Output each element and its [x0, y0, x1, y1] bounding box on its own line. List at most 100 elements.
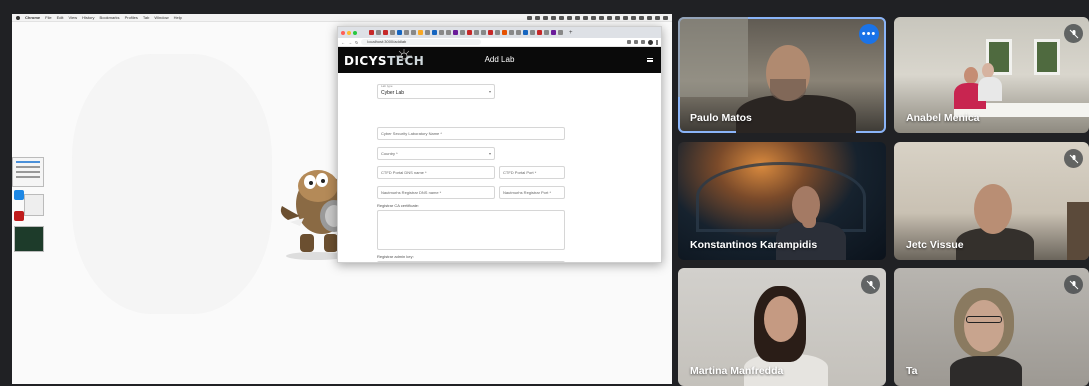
participant-tile[interactable]: Konstantinos Karampidis [678, 142, 886, 260]
lab-name-placeholder: Cyber Security Laboratory Name * [381, 131, 442, 136]
browser-tab[interactable] [530, 30, 535, 35]
menubar-item: Chrome [25, 15, 41, 20]
participant-hand [802, 212, 816, 228]
participant-tile[interactable]: Anabel Menica [894, 17, 1089, 133]
registrar-ca-textarea[interactable] [377, 210, 565, 250]
browser-tab[interactable] [411, 30, 416, 35]
browser-tab[interactable] [390, 30, 395, 35]
participant-tile[interactable]: Martina Manfredda [678, 268, 886, 386]
ctfd-dns-placeholder: CTFD Portal DNS name * [381, 170, 427, 175]
browser-tab[interactable] [432, 30, 437, 35]
desktop-window-thumbnail[interactable] [12, 157, 44, 187]
apple-icon [16, 15, 20, 20]
participant-tile[interactable]: ••• Paulo Matos [678, 17, 886, 133]
registrar-admin-textarea[interactable] [377, 261, 565, 262]
minimize-window-icon[interactable] [347, 30, 351, 35]
browser-tab[interactable] [397, 30, 402, 35]
browser-tab[interactable] [425, 30, 430, 35]
participant-glasses [966, 316, 1002, 323]
menubar-item: Edit [56, 15, 64, 20]
registrar-port-input[interactable]: Nautmurhs Registrar Port * [499, 186, 565, 199]
add-lab-form: Lab type Cyber Lab ▾ Cyber Security Labo… [338, 75, 661, 262]
background-window [1034, 39, 1060, 75]
participant-name: Anabel Menica [906, 112, 980, 124]
browser-tab[interactable] [495, 30, 500, 35]
participant-name: Ta [906, 365, 918, 377]
menubar-item: Tab [142, 15, 150, 20]
country-select[interactable]: Country * ▾ [377, 147, 495, 160]
menubar-item: Window [154, 15, 169, 20]
extensions-icon[interactable] [641, 39, 645, 44]
browser-tab[interactable] [460, 30, 465, 35]
forward-icon[interactable]: → [348, 40, 352, 45]
participant-tile[interactable]: Jetc Vissue [894, 142, 1089, 260]
terminal-thumbnail[interactable] [14, 226, 44, 252]
registrar-admin-label: Registrar admin key: [377, 254, 414, 259]
address-bar[interactable]: localhost:3000/addlab [361, 39, 482, 45]
browser-tab[interactable] [404, 30, 409, 35]
participant-body [736, 95, 856, 133]
menubar-item: History [82, 15, 95, 20]
browser-tab[interactable] [439, 30, 444, 35]
ctfd-port-input[interactable]: CTFD Portal Port * [499, 166, 565, 179]
back-icon[interactable]: ← [341, 40, 345, 45]
chevron-down-icon: ▾ [488, 89, 491, 94]
desktop-window-thumbnail[interactable] [24, 194, 44, 216]
menubar-item: View [68, 15, 78, 20]
share-icon[interactable] [627, 39, 631, 44]
participant-face [982, 63, 994, 78]
lab-type-select[interactable]: Lab type Cyber Lab ▾ [377, 84, 495, 99]
reload-icon[interactable]: ↻ [355, 40, 358, 45]
menubar-item: Profiles [124, 15, 138, 20]
browser-tab[interactable] [467, 30, 472, 35]
registrar-dns-input[interactable]: Nautmurhs Registrar DNS name * [377, 186, 495, 199]
filezilla-icon[interactable] [14, 211, 24, 221]
browser-tab[interactable] [418, 30, 423, 35]
browser-tab[interactable] [376, 30, 381, 35]
shared-screen: Chrome File Edit View History Bookmarks … [12, 14, 672, 384]
browser-tab[interactable] [558, 30, 563, 35]
browser-tab[interactable] [446, 30, 451, 35]
participant-face [974, 184, 1012, 234]
browser-tab[interactable] [383, 30, 388, 35]
lab-name-input[interactable]: Cyber Security Laboratory Name * [377, 127, 565, 140]
browser-tab[interactable] [537, 30, 542, 35]
browser-tab[interactable] [488, 30, 493, 35]
more-menu-icon[interactable] [656, 39, 658, 45]
profile-avatar[interactable] [648, 39, 653, 45]
lab-type-value: Cyber Lab [381, 90, 405, 96]
lab-type-label: Lab type [381, 84, 393, 88]
participant-beard [770, 79, 806, 101]
participant-body [978, 77, 1002, 101]
close-window-icon[interactable] [341, 30, 345, 35]
participant-body [950, 356, 1022, 386]
participant-name: Paulo Matos [690, 112, 752, 124]
app-header: DICYSTECH Add Lab [338, 47, 661, 73]
browser-tab[interactable] [453, 30, 458, 35]
menubar-item: Bookmarks [99, 15, 120, 20]
participant-name: Martina Manfredda [690, 365, 784, 377]
browser-tab[interactable] [509, 30, 514, 35]
bookmark-icon[interactable] [634, 39, 638, 44]
menubar-item: File [45, 15, 52, 20]
participant-tile[interactable]: Ta [894, 268, 1089, 386]
browser-tab[interactable] [369, 30, 374, 35]
browser-tab[interactable] [544, 30, 549, 35]
browser-tab[interactable] [551, 30, 556, 35]
ctfd-dns-input[interactable]: CTFD Portal DNS name * [377, 166, 495, 179]
browser-tab[interactable] [481, 30, 486, 35]
browser-tab[interactable] [502, 30, 507, 35]
maximize-window-icon[interactable] [353, 30, 357, 35]
more-options-button[interactable]: ••• [859, 24, 879, 44]
vscode-icon[interactable] [14, 190, 24, 200]
hamburger-menu-icon[interactable] [647, 58, 653, 62]
desktop-wallpaper [72, 54, 272, 314]
mic-off-icon [1064, 24, 1083, 43]
participant-face [964, 300, 1004, 352]
browser-window: + ← → ↻ localhost:3000/addlab DICYSTECH [337, 26, 662, 263]
new-tab-icon[interactable]: + [569, 30, 573, 36]
browser-tab[interactable] [474, 30, 479, 35]
participant-face [764, 296, 798, 342]
browser-tab[interactable] [523, 30, 528, 35]
browser-tab[interactable] [516, 30, 521, 35]
